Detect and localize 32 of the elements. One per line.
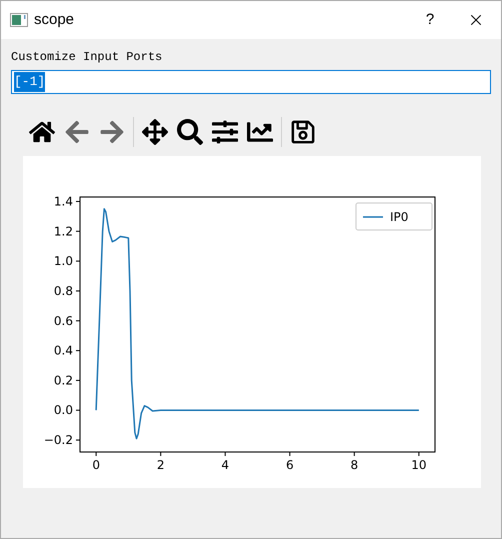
forward-arrow-icon [99,119,125,145]
save-icon [290,119,316,145]
y-tick-label: 1.2 [54,224,73,238]
x-tick-label: 6 [286,458,294,472]
sliders-icon [212,119,238,145]
y-tick-label: −0.2 [44,433,73,448]
y-tick-label: 0.8 [54,284,73,298]
y-tick-label: 0.0 [54,403,73,418]
y-tick-label: 1.4 [54,194,73,208]
toolbar-button[interactable] [176,117,204,147]
x-tick-label: 0 [92,458,100,472]
search-icon [177,119,203,145]
x-tick-label: 4 [221,458,230,472]
y-tick-label: 1.0 [54,254,73,268]
toolbar-button[interactable] [141,117,169,147]
y-tick-label: 0.4 [54,344,73,358]
y-tick-label: 0.6 [54,314,73,328]
x-tick-label: 10 [411,458,426,472]
y-tick-label: 0.2 [54,373,73,388]
legend-label: IP0 [390,210,408,224]
help-button[interactable]: ? [407,1,453,39]
x-tick-label: 2 [156,458,164,472]
input-field[interactable]: [-1] [11,70,491,94]
window-title: scope [34,10,74,30]
field-value: [-1] [14,72,46,92]
back-arrow-icon [64,119,90,145]
move-arrows-icon [142,119,168,145]
x-tick-label: 8 [350,458,358,472]
window-app-icon [10,13,28,27]
home-icon [29,119,55,145]
field-label: Customize Input Ports [11,49,164,65]
legend-line-icon [363,216,383,218]
